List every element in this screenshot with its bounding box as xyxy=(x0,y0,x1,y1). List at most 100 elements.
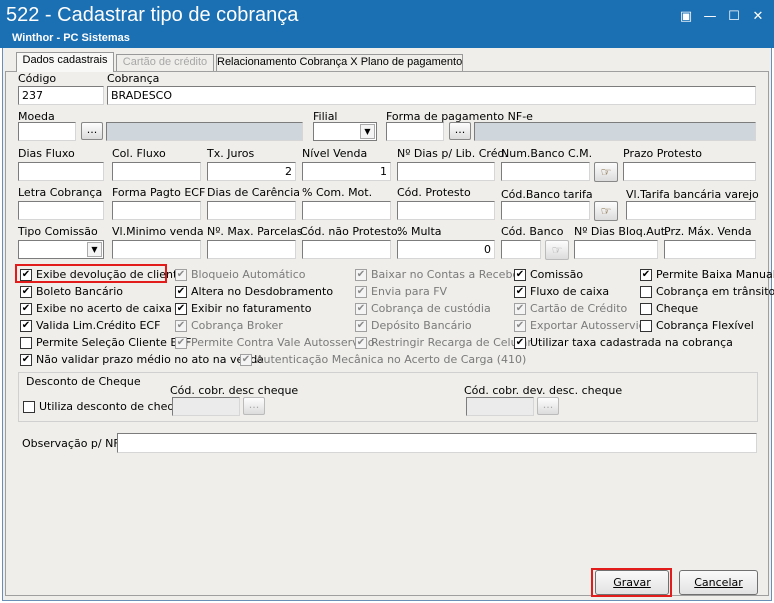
hand-pointer-icon[interactable]: ☞ xyxy=(594,201,618,221)
checkbox-nao-validar-prazo[interactable]: ✔ Não validar prazo médio no ato na venda xyxy=(20,352,264,367)
checkbox-utilizar-taxa[interactable]: ✔ Utilizar taxa cadastrada na cobrança xyxy=(514,335,733,350)
dias-carencia-field[interactable] xyxy=(207,201,296,220)
tipo-comissao-select[interactable]: ▼ xyxy=(18,240,104,259)
nivel-venda-field[interactable]: 1 xyxy=(302,162,391,181)
checkbox-deposito-bancario[interactable]: ✔ Depósito Bancário xyxy=(355,318,472,333)
checkbox-box: ✔ xyxy=(355,319,367,332)
checkbox-label: Exibir no faturamento xyxy=(191,302,312,315)
checkbox-cobranca-custodia[interactable]: ✔ Cobrança de custódia xyxy=(355,301,491,316)
hand-pointer-icon[interactable]: ☞ xyxy=(594,162,618,182)
checkbox-exibe-devolucao[interactable]: ✔ Exibe devolução de cliente xyxy=(20,267,184,282)
minimize-icon[interactable]: — xyxy=(700,8,720,26)
prz-max-venda-label: Prz. Máx. Venda xyxy=(664,225,752,238)
checkbox-box: ✔ xyxy=(175,285,187,298)
moeda-lookup-button[interactable]: ... xyxy=(81,122,103,140)
cod-banco-tarifa-label: Cód.Banco tarifa xyxy=(501,188,593,201)
cod-nao-protesto-label: Cód. não Protesto. xyxy=(300,225,401,238)
checkbox-label: Baixar no Contas a Receber xyxy=(371,268,524,281)
checkbox-exibir-faturamento[interactable]: ✔ Exibir no faturamento xyxy=(175,301,311,316)
checkbox-permite-baixa-manual[interactable]: ✔ Permite Baixa Manual xyxy=(640,267,774,282)
checkbox-box: ✔ xyxy=(355,336,367,349)
cod-protesto-label: Cód. Protesto xyxy=(397,186,471,199)
cod-cobr-desc-cheque-lookup-button[interactable]: ... xyxy=(243,397,265,415)
moeda-field[interactable] xyxy=(18,122,76,141)
checkbox-autenticacao-mecanica[interactable]: ✔ Autenticação Mecânica no Acerto de Carg… xyxy=(240,352,526,367)
checkbox-label: Envia para FV xyxy=(371,285,448,298)
checkbox-boleto-bancario[interactable]: ✔ Boleto Bancário xyxy=(20,284,123,299)
cobranca-field[interactable]: BRADESCO xyxy=(107,86,756,105)
checkbox-valida-lim[interactable]: ✔ Valida Lim.Crédito ECF xyxy=(20,318,160,333)
codigo-field[interactable]: 237 xyxy=(18,86,104,105)
checkbox-label: Não validar prazo médio no ato na venda xyxy=(36,353,264,366)
checkbox-fluxo-caixa[interactable]: ✔ Fluxo de caixa xyxy=(514,284,609,299)
checkbox-exportar-autosservico[interactable]: ✔ Exportar Autosserviço xyxy=(514,318,651,333)
dias-fluxo-field[interactable] xyxy=(18,162,104,181)
multa-field[interactable]: 0 xyxy=(397,240,495,259)
com-mot-field[interactable] xyxy=(302,201,391,220)
prz-max-venda-field[interactable] xyxy=(664,240,756,259)
checkbox-altera-desdobramento[interactable]: ✔ Altera no Desdobramento xyxy=(175,284,333,299)
forma-pagto-ecf-label: Forma Pagto ECF xyxy=(112,186,206,199)
tx-juros-field[interactable]: 2 xyxy=(207,162,296,181)
cod-nao-protesto-field[interactable] xyxy=(302,240,391,259)
checkbox-permite-selecao[interactable]: Permite Seleção Cliente ECF xyxy=(20,335,191,350)
checkbox-box: ✔ xyxy=(514,336,526,349)
tab-relacionamento[interactable]: Relacionamento Cobrança X Plano de pagam… xyxy=(216,54,463,71)
cod-banco-tarifa-field[interactable] xyxy=(501,201,590,220)
max-parcelas-field[interactable] xyxy=(207,240,296,259)
cod-cobr-dev-desc-cheque-lookup-button[interactable]: ... xyxy=(537,397,559,415)
hand-pointer-icon[interactable]: ☞ xyxy=(545,240,569,260)
prazo-protesto-label: Prazo Protesto xyxy=(623,147,703,160)
restore-icon[interactable]: ▣ xyxy=(676,8,696,26)
col-fluxo-field[interactable] xyxy=(112,162,201,181)
checkbox-box: ✔ xyxy=(514,268,526,281)
checkbox-permite-contra-vale[interactable]: ✔ Permite Contra Vale Autosserviço xyxy=(175,335,375,350)
checkbox-box xyxy=(640,302,652,315)
tipo-comissao-label: Tipo Comissão xyxy=(18,225,98,238)
nivel-venda-label: Nível Venda xyxy=(302,147,368,160)
forma-pagamento-nfe-lookup-button[interactable]: ... xyxy=(449,122,471,140)
gravar-button[interactable]: Gravar xyxy=(595,570,669,595)
checkbox-label: Cartão de Crédito xyxy=(530,302,628,315)
vl-tarifa-field[interactable] xyxy=(626,201,756,220)
checkbox-label: Boleto Bancário xyxy=(36,285,123,298)
checkbox-cheque[interactable]: Cheque xyxy=(640,301,698,316)
checkbox-comissao[interactable]: ✔ Comissão xyxy=(514,267,583,282)
dias-lib-cred-label: Nº Dias p/ Lib. Créd. xyxy=(397,147,508,160)
prazo-protesto-field[interactable] xyxy=(623,162,756,181)
checkbox-envia-fv[interactable]: ✔ Envia para FV xyxy=(355,284,447,299)
close-icon[interactable]: ✕ xyxy=(748,8,768,26)
observacao-field[interactable] xyxy=(117,433,757,453)
checkbox-label: Exibe no acerto de caixa xyxy=(36,302,172,315)
dias-lib-cred-field[interactable] xyxy=(397,162,495,181)
num-banco-cm-field[interactable] xyxy=(501,162,590,181)
checkbox-cobranca-broker[interactable]: ✔ Cobrança Broker xyxy=(175,318,283,333)
cod-cobr-dev-desc-cheque-field[interactable] xyxy=(466,397,534,416)
forma-pagamento-nfe-field[interactable] xyxy=(386,122,444,141)
checkbox-label: Exportar Autosserviço xyxy=(530,319,652,332)
checkbox-box xyxy=(640,285,652,298)
vl-tarifa-label: Vl.Tarifa bancária varejo xyxy=(626,188,759,201)
filial-select[interactable]: ▼ xyxy=(313,122,377,141)
forma-pagto-ecf-field[interactable] xyxy=(112,201,201,220)
vl-minimo-venda-field[interactable] xyxy=(112,240,201,259)
checkbox-exibe-acerto[interactable]: ✔ Exibe no acerto de caixa xyxy=(20,301,172,316)
cancelar-button[interactable]: Cancelar xyxy=(679,570,758,595)
checkbox-utiliza-desconto-cheque[interactable]: Utiliza desconto de cheque xyxy=(23,399,188,414)
title-bar: 522 - Cadastrar tipo de cobrança Winthor… xyxy=(0,0,774,48)
checkbox-cobranca-transito[interactable]: Cobrança em trânsito xyxy=(640,284,774,299)
maximize-icon[interactable]: ☐ xyxy=(724,8,744,26)
checkbox-baixar-contas[interactable]: ✔ Baixar no Contas a Receber xyxy=(355,267,524,282)
dias-bloq-aut-field[interactable] xyxy=(574,240,658,259)
checkbox-bloqueio-automatico[interactable]: ✔ Bloqueio Automático xyxy=(175,267,305,282)
cod-protesto-field[interactable] xyxy=(397,201,495,220)
checkbox-label: Bloqueio Automático xyxy=(191,268,306,281)
checkbox-cobranca-flexivel[interactable]: Cobrança Flexível xyxy=(640,318,754,333)
cod-cobr-desc-cheque-field[interactable] xyxy=(172,397,240,416)
checkbox-restringir-recarga[interactable]: ✔ Restringir Recarga de Celular xyxy=(355,335,532,350)
letra-cobranca-field[interactable] xyxy=(18,201,104,220)
checkbox-cartao-credito[interactable]: ✔ Cartão de Crédito xyxy=(514,301,627,316)
tab-cartao-credito[interactable]: Cartão de crédito xyxy=(116,54,214,71)
cod-banco-field[interactable] xyxy=(501,240,541,259)
tab-dados-cadastrais[interactable]: Dados cadastrais xyxy=(16,52,114,72)
